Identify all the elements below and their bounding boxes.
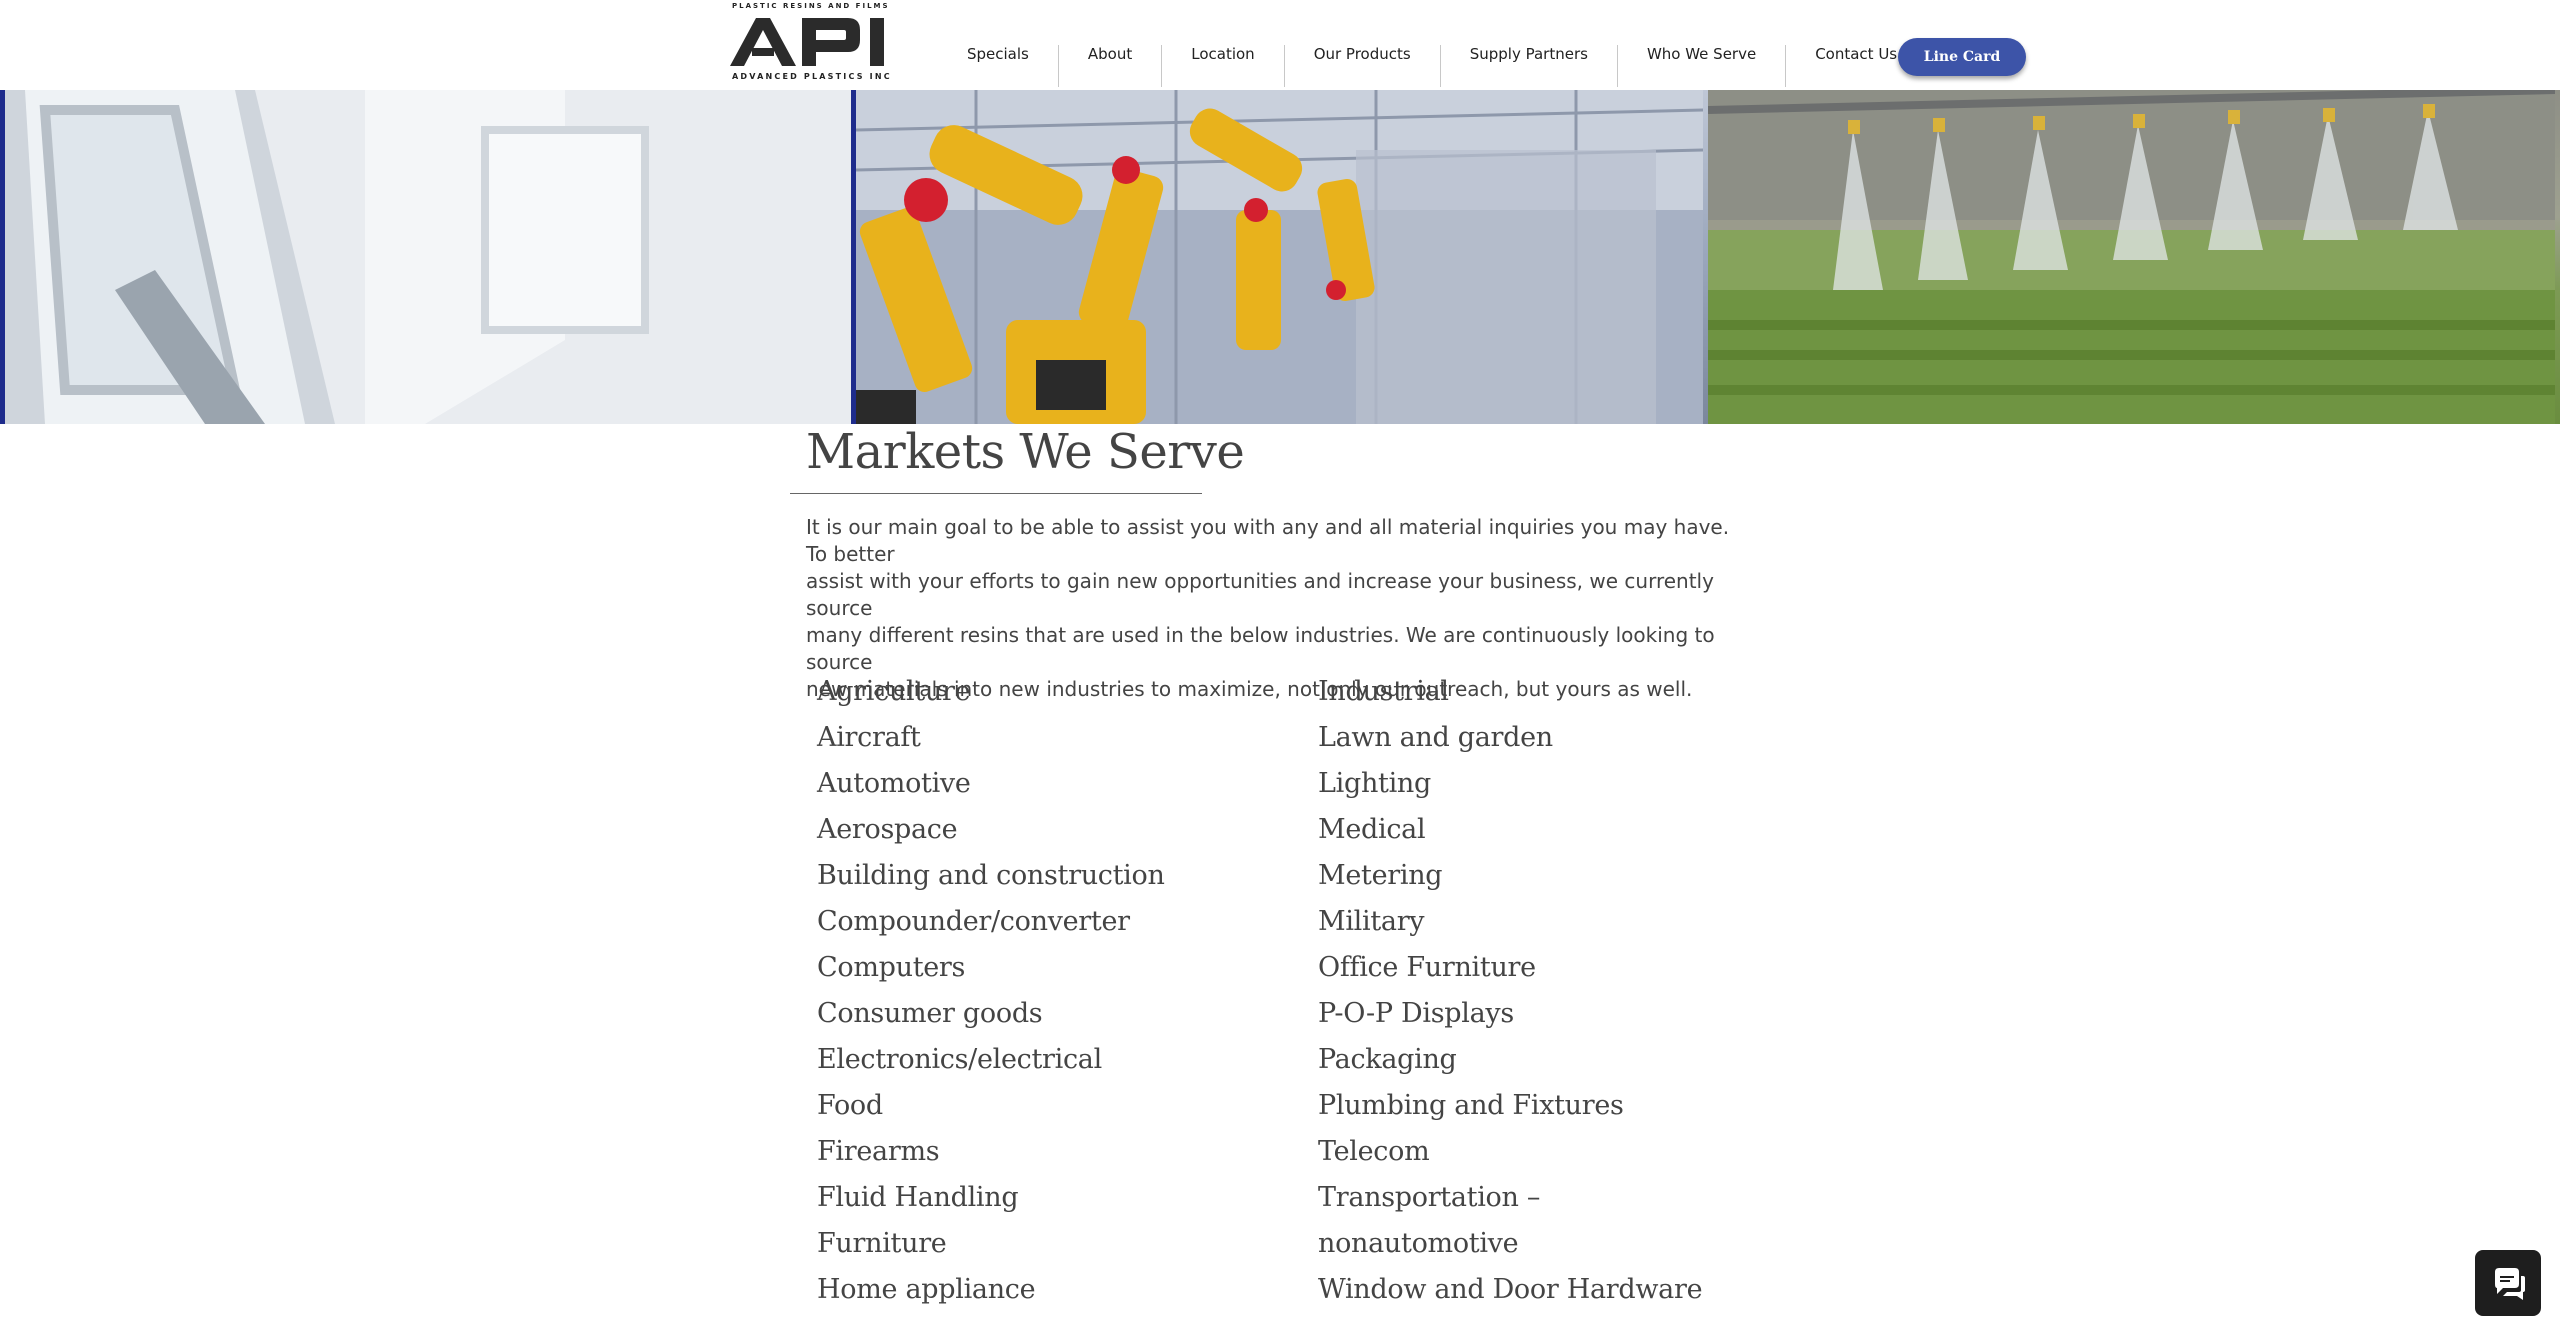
markets-list-left: Agriculture Aircraft Automotive Aerospac… bbox=[817, 676, 1165, 1320]
main-navigation: Specials About Location Our Products Sup… bbox=[938, 45, 1926, 87]
market-item: Window and Door Hardware bbox=[1318, 1274, 1703, 1305]
market-item: Compounder/converter bbox=[817, 906, 1130, 937]
market-item: Aircraft bbox=[817, 722, 921, 753]
nav-label: About bbox=[1087, 45, 1133, 63]
company-logo[interactable]: Plastic Resins and Films Advanced Plasti… bbox=[730, 0, 896, 88]
logo-subtext: Advanced Plastics Inc bbox=[732, 72, 892, 81]
market-item: Food bbox=[817, 1090, 883, 1121]
market-item: Military bbox=[1318, 906, 1425, 937]
nav-item-our-products[interactable]: Our Products bbox=[1283, 45, 1440, 87]
market-item: Office Furniture bbox=[1318, 952, 1536, 983]
market-item: Computers bbox=[817, 952, 966, 983]
nav-item-supply-partners[interactable]: Supply Partners bbox=[1439, 45, 1617, 87]
intro-paragraph: It is our main goal to be able to assist… bbox=[806, 514, 1746, 703]
market-item: Aerospace bbox=[817, 814, 958, 845]
page-title: Markets We Serve bbox=[806, 424, 1245, 480]
markets-list-right: Industrial Lawn and garden Lighting Medi… bbox=[1318, 676, 1703, 1320]
market-item: Lawn and garden bbox=[1318, 722, 1553, 753]
market-item: Lighting bbox=[1318, 768, 1431, 799]
greenhouse-sprinkler-image bbox=[1708, 90, 2560, 424]
nav-label: Contact Us bbox=[1815, 45, 1898, 63]
nav-item-who-we-serve[interactable]: Who We Serve bbox=[1616, 45, 1785, 87]
nav-label: Our Products bbox=[1313, 45, 1411, 63]
hero-banner bbox=[0, 90, 2560, 424]
market-item: Home appliance bbox=[817, 1274, 1036, 1305]
market-item: nonautomotive bbox=[1318, 1228, 1519, 1259]
site-header: Plastic Resins and Films Advanced Plasti… bbox=[0, 0, 2560, 90]
market-item: Plumbing and Fixtures bbox=[1318, 1090, 1624, 1121]
nav-label: Specials bbox=[967, 45, 1029, 63]
market-item: Electronics/electrical bbox=[817, 1044, 1102, 1075]
robotic-assembly-image bbox=[851, 90, 1718, 424]
market-item: Metering bbox=[1318, 860, 1443, 891]
nav-item-about[interactable]: About bbox=[1057, 45, 1161, 87]
chat-bubble-icon bbox=[2495, 1268, 2525, 1300]
market-item: Agriculture bbox=[817, 676, 971, 707]
line-card-button[interactable]: Line Card bbox=[1898, 38, 2026, 76]
nav-item-location[interactable]: Location bbox=[1161, 45, 1283, 87]
logo-tagline: Plastic Resins and Films bbox=[732, 2, 890, 10]
chat-button[interactable] bbox=[2475, 1250, 2541, 1316]
market-item: Packaging bbox=[1318, 1044, 1457, 1075]
intro-line: many different resins that are used in t… bbox=[806, 623, 1715, 674]
nav-item-specials[interactable]: Specials bbox=[938, 45, 1058, 87]
nav-label: Who We Serve bbox=[1646, 45, 1757, 63]
window-image bbox=[0, 90, 856, 424]
market-item: Fluid Handling bbox=[817, 1182, 1019, 1213]
market-item: Transportation – bbox=[1318, 1182, 1541, 1213]
nav-label: Location bbox=[1191, 45, 1255, 63]
intro-line: assist with your efforts to gain new opp… bbox=[806, 569, 1714, 620]
api-logo-mark-icon bbox=[730, 18, 884, 66]
market-item: Telecom bbox=[1318, 1136, 1430, 1167]
market-item: Industrial bbox=[1318, 676, 1449, 707]
market-item: Medical bbox=[1318, 814, 1426, 845]
market-item: Building and construction bbox=[817, 860, 1165, 891]
market-item: Consumer goods bbox=[817, 998, 1043, 1029]
market-item: Automotive bbox=[817, 768, 971, 799]
nav-label: Supply Partners bbox=[1469, 45, 1588, 63]
market-item: P-O-P Displays bbox=[1318, 998, 1514, 1029]
market-item: Furniture bbox=[817, 1228, 947, 1259]
intro-line: It is our main goal to be able to assist… bbox=[806, 515, 1730, 566]
market-item: Firearms bbox=[817, 1136, 940, 1167]
title-divider bbox=[790, 493, 1202, 494]
